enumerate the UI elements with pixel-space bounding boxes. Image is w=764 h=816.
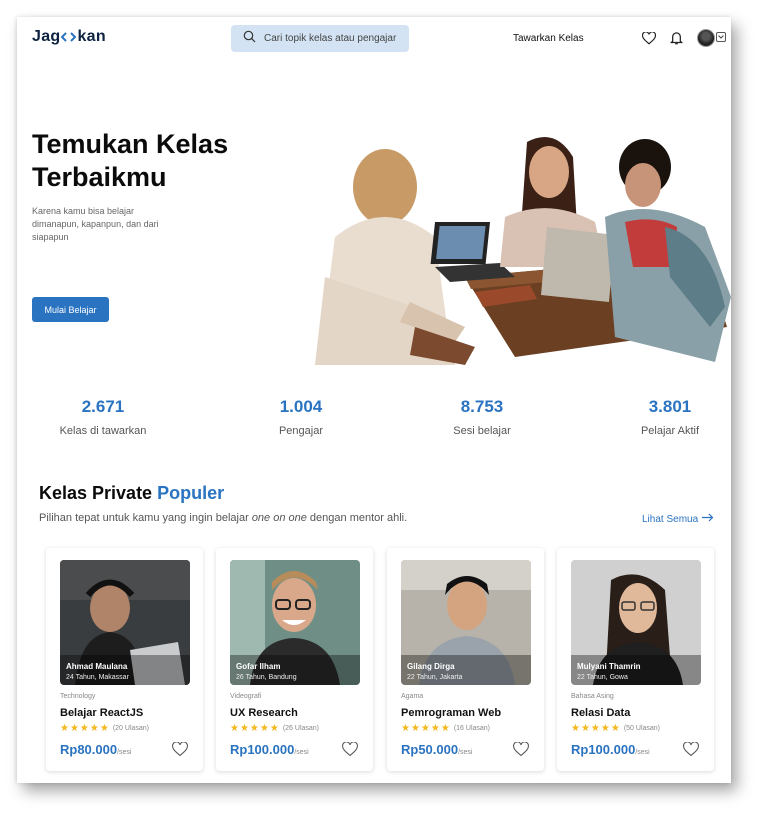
stat-label: Sesi belajar bbox=[453, 425, 511, 437]
section-title: Kelas Private Populer bbox=[39, 483, 224, 504]
stat-sessions: 8.753 Sesi belajar bbox=[407, 397, 557, 437]
stat-value: 8.753 bbox=[460, 397, 504, 416]
price-unit: /sesi bbox=[117, 749, 132, 756]
class-card[interactable]: Gilang Dirga 22 Tahun, Jakarta Agama Pem… bbox=[387, 548, 544, 771]
star-rating-icon: ★★★★★ bbox=[401, 723, 451, 734]
heart-icon[interactable] bbox=[513, 741, 529, 758]
stat-teachers: 1.004 Pengajar bbox=[226, 397, 376, 437]
logo-arrows-icon bbox=[61, 31, 77, 43]
search-icon bbox=[243, 30, 256, 48]
tutor-name: Gofar Ilham bbox=[236, 662, 281, 671]
hero-image bbox=[315, 127, 731, 365]
class-rating: ★★★★★ (50 Ulasan) bbox=[571, 723, 660, 734]
logo[interactable]: Jag kan bbox=[32, 28, 106, 46]
tutor-photo: Mulyani Thamrin 22 Tahun, Gowa bbox=[571, 560, 701, 685]
page-frame: Jag kan Tawarkan Kelas Temukan Kelas Ter… bbox=[17, 17, 731, 783]
section-title-main: Kelas Private bbox=[39, 483, 158, 503]
stat-classes: 2.671 Kelas di tawarkan bbox=[28, 397, 178, 437]
heart-icon[interactable] bbox=[342, 741, 358, 758]
star-rating-icon: ★★★★★ bbox=[60, 723, 110, 734]
heart-icon[interactable] bbox=[641, 30, 657, 46]
review-count: (50 Ulasan) bbox=[623, 725, 661, 732]
review-count: (20 Ulasan) bbox=[112, 725, 150, 732]
class-price: Rp100.000/sesi bbox=[571, 742, 650, 757]
price-unit: /sesi bbox=[458, 749, 473, 756]
navbar: Jag kan Tawarkan Kelas bbox=[17, 17, 731, 61]
avatar[interactable] bbox=[697, 29, 715, 47]
star-rating-icon: ★★★★★ bbox=[230, 723, 280, 734]
class-card[interactable]: Gofar Ilham 26 Tahun, Bandung Videografi… bbox=[216, 548, 373, 771]
class-category: Bahasa Asing bbox=[571, 693, 614, 700]
stat-label: Pelajar Aktif bbox=[640, 425, 700, 437]
class-title[interactable]: UX Research bbox=[230, 707, 298, 719]
section-subtitle: Pilihan tepat untuk kamu yang ingin bela… bbox=[39, 512, 407, 524]
class-title[interactable]: Relasi Data bbox=[571, 707, 630, 719]
class-category: Technology bbox=[60, 693, 96, 700]
price-unit: /sesi bbox=[635, 749, 650, 756]
stat-value: 2.671 bbox=[81, 397, 125, 416]
bell-icon[interactable] bbox=[668, 30, 684, 46]
price-value: Rp100.000 bbox=[571, 742, 636, 757]
class-title[interactable]: Pemrograman Web bbox=[401, 707, 501, 719]
class-card[interactable]: Mulyani Thamrin 22 Tahun, Gowa Bahasa As… bbox=[557, 548, 714, 771]
logo-text-right: kan bbox=[77, 28, 106, 45]
see-all-link[interactable]: Lihat Semua bbox=[642, 513, 714, 525]
stat-label: Kelas di tawarkan bbox=[59, 425, 147, 437]
class-category: Agama bbox=[401, 693, 424, 700]
class-price: Rp50.000/sesi bbox=[401, 742, 473, 757]
review-count: (26 Ulasan) bbox=[282, 725, 320, 732]
tutor-photo: Gofar Ilham 26 Tahun, Bandung bbox=[230, 560, 360, 685]
tutor-photo: Ahmad Maulana 24 Tahun, Makassar bbox=[60, 560, 190, 685]
stat-value: 3.801 bbox=[648, 397, 692, 416]
search-input[interactable] bbox=[264, 33, 404, 44]
offer-class-link[interactable]: Tawarkan Kelas bbox=[513, 33, 584, 44]
class-title[interactable]: Belajar ReactJS bbox=[60, 707, 143, 719]
heart-icon[interactable] bbox=[172, 741, 188, 758]
tutor-meta: 22 Tahun, Jakarta bbox=[407, 674, 463, 681]
class-price: Rp80.000/sesi bbox=[60, 742, 132, 757]
logo-text-left: Jag bbox=[32, 28, 61, 45]
star-rating-icon: ★★★★★ bbox=[571, 723, 621, 734]
section-subtitle-pre: Pilihan tepat untuk kamu yang ingin bela… bbox=[39, 512, 252, 524]
tutor-photo: Gilang Dirga 22 Tahun, Jakarta bbox=[401, 560, 531, 685]
tutor-name: Mulyani Thamrin bbox=[577, 662, 641, 671]
search-bar[interactable] bbox=[231, 25, 409, 52]
tutor-meta: 24 Tahun, Makassar bbox=[66, 674, 129, 681]
stat-value: 1.004 bbox=[279, 397, 323, 416]
price-value: Rp80.000 bbox=[60, 742, 118, 757]
section-title-accent: Populer bbox=[157, 483, 225, 503]
class-rating: ★★★★★ (20 Ulasan) bbox=[60, 723, 149, 734]
class-rating: ★★★★★ (16 Ulasan) bbox=[401, 723, 490, 734]
tutor-name: Ahmad Maulana bbox=[66, 662, 128, 671]
arrow-right-icon bbox=[702, 513, 714, 525]
class-rating: ★★★★★ (26 Ulasan) bbox=[230, 723, 319, 734]
stat-label: Pengajar bbox=[278, 425, 324, 437]
review-count: (16 Ulasan) bbox=[453, 725, 491, 732]
stat-students: 3.801 Pelajar Aktif bbox=[595, 397, 731, 437]
tutor-meta: 26 Tahun, Bandung bbox=[236, 674, 297, 681]
tutor-meta: 22 Tahun, Gowa bbox=[577, 674, 628, 681]
start-learning-button[interactable]: Mulai Belajar bbox=[32, 297, 109, 322]
class-card[interactable]: Ahmad Maulana 24 Tahun, Makassar Technol… bbox=[46, 548, 203, 771]
tutor-name: Gilang Dirga bbox=[407, 662, 455, 671]
chevron-down-icon[interactable] bbox=[716, 32, 726, 42]
section-subtitle-em: one on one bbox=[251, 512, 307, 524]
hero-subtitle: Karena kamu bisa belajar dimanapun, kapa… bbox=[32, 206, 159, 242]
section-subtitle-post: dengan mentor ahli. bbox=[306, 512, 408, 524]
price-value: Rp50.000 bbox=[401, 742, 459, 757]
heart-icon[interactable] bbox=[683, 741, 699, 758]
price-value: Rp100.000 bbox=[230, 742, 295, 757]
see-all-label: Lihat Semua bbox=[642, 513, 699, 525]
hero-title: Temukan Kelas Terbaikmu bbox=[32, 129, 229, 192]
class-category: Videografi bbox=[230, 693, 262, 700]
class-price: Rp100.000/sesi bbox=[230, 742, 309, 757]
price-unit: /sesi bbox=[294, 749, 309, 756]
